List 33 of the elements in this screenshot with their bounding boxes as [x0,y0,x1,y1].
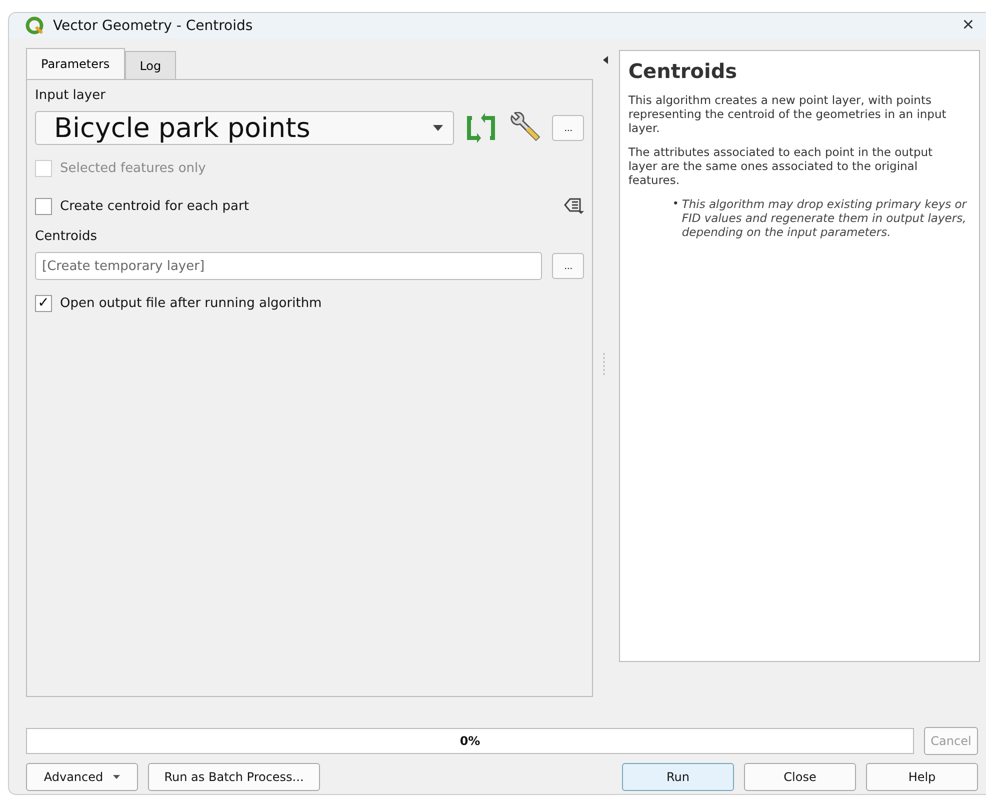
close-button[interactable]: × [956,13,980,38]
caret-icon [433,125,444,131]
splitter-handle-icon[interactable] [603,353,606,377]
help-paragraph: The attributes associated to each point in the output layer are the same ones associated to the original features. [628,145,934,187]
progress-reading: 0% [460,734,480,748]
caret-icon [113,775,120,779]
data-defined-icon[interactable] [564,197,584,215]
help-note: This algorithm may drop existing primary keys or FID values and regenerate them in output layers, depending on the input parameters. [682,197,968,239]
checkbox-label: Create centroid for each part [60,198,250,214]
help-button[interactable]: Help [866,763,978,791]
layer-dropdown[interactable]: Bicycle park points [35,111,454,145]
checkbox[interactable]: ✓ [35,294,52,312]
wrench-icon[interactable] [508,112,542,144]
field-label: Input layer [35,88,106,103]
more-button[interactable]: ... [552,253,584,279]
window-title: Vector Geometry - Centroids [53,18,254,34]
app-logo-icon [25,16,45,36]
help-title: Centroids [628,59,738,83]
checkbox[interactable] [35,198,52,214]
collapse-arrow-icon[interactable] [603,56,608,64]
advanced-button[interactable]: Advanced [26,763,138,791]
run-button[interactable]: Run [622,763,734,791]
close-dialog-button[interactable]: Close [744,763,856,791]
tab[interactable]: Log [124,51,176,79]
checkbox-label: Selected features only [60,160,207,176]
output-field[interactable]: [Create temporary layer] [35,252,542,280]
help-paragraph: This algorithm creates a new point layer, with points representing the centroid of the geometries in an input layer. [628,93,948,135]
tab[interactable]: Parameters [26,48,125,79]
checkbox-label: Open output file after running algorithm [60,296,322,310]
batch-button[interactable]: Run as Batch Process... [148,763,320,791]
field-label: Centroids [35,229,98,244]
bullet-mark: • [672,197,679,212]
more-button[interactable]: ... [552,115,584,141]
